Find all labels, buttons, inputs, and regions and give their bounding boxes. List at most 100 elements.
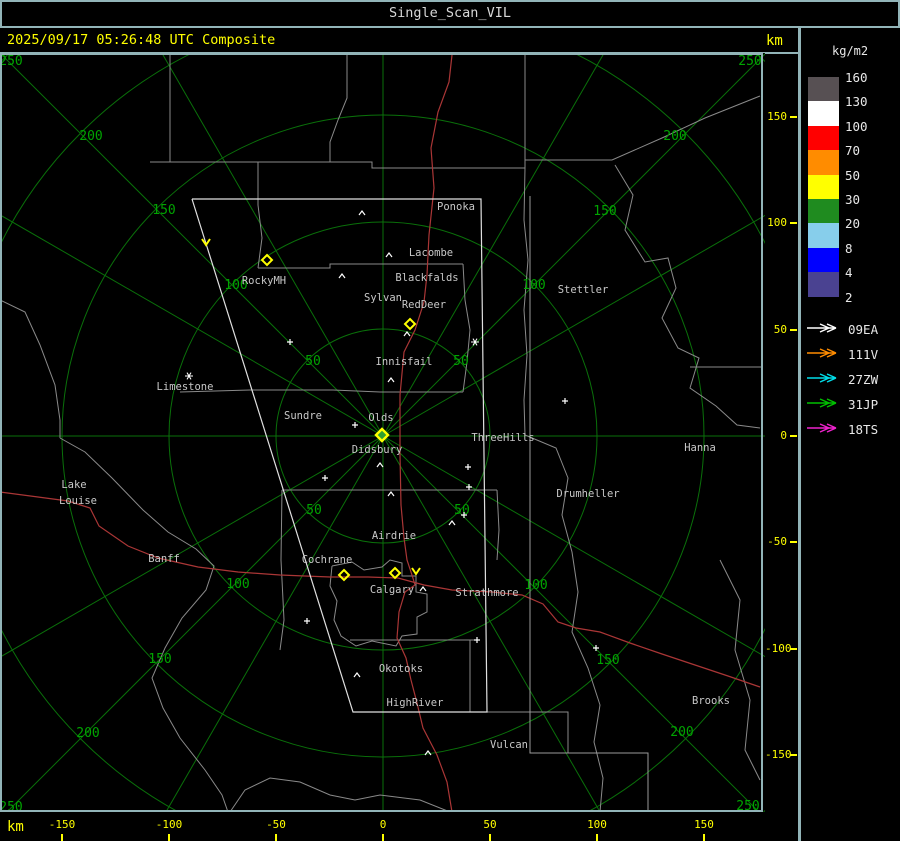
scale-value-label: 50 <box>845 167 861 183</box>
storm-caret-marker <box>376 462 384 468</box>
y-axis: 150 100 50 0 -50 -100 -150 <box>765 53 798 812</box>
scale-color-swatch <box>808 125 839 151</box>
range-label: 150 <box>152 203 175 218</box>
county-boundary <box>329 559 428 647</box>
x-axis-tick <box>382 834 384 841</box>
y-axis-tick-label: -100 <box>765 642 792 655</box>
radial-line <box>0 52 384 437</box>
x-axis-tick-label: 50 <box>483 818 497 831</box>
track-id-label: 31JP <box>848 397 879 412</box>
radial-line <box>148 435 384 841</box>
storm-plus-marker <box>465 464 471 470</box>
scale-value-label: 2 <box>845 289 853 305</box>
y-axis-tick <box>790 116 797 118</box>
storm-caret-marker <box>385 252 393 258</box>
x-axis-tick-label: -50 <box>266 818 286 831</box>
y-axis-tick <box>790 329 797 331</box>
radial-line <box>382 0 636 437</box>
track-arrow-icon <box>807 423 837 433</box>
track-id-label: 18TS <box>848 422 879 437</box>
range-label: 250 <box>738 54 761 69</box>
window-title: Single_Scan_VIL <box>389 5 511 21</box>
range-label: 50 <box>306 503 322 518</box>
track-id-label: 09EA <box>848 322 879 337</box>
range-label: 200 <box>79 129 102 144</box>
x-axis-tick-label: -100 <box>155 818 183 831</box>
county-boundary <box>614 164 761 429</box>
city-label: Didsbury <box>352 444 403 456</box>
scale-value-label: 30 <box>845 192 861 207</box>
scale-value-label: 160 <box>845 70 868 85</box>
city-label: Limestone <box>157 381 214 393</box>
x-axis-tick <box>168 834 170 841</box>
scale-color-swatch <box>808 150 839 175</box>
track-arrow-icon <box>807 348 837 358</box>
city-label: Innisfail <box>376 356 433 368</box>
city-label: Sylvan <box>364 292 402 304</box>
city-label: Blackfalds <box>395 272 458 284</box>
x-axis: km -150 -100 -50 0 50 100 150 <box>0 813 798 841</box>
city-label: Drumheller <box>556 488 619 500</box>
x-axis-tick <box>596 834 598 841</box>
range-label: 100 <box>226 577 249 592</box>
storm-caret-marker <box>424 750 432 756</box>
storm-caret-marker <box>353 672 361 678</box>
x-axis-tick <box>703 834 705 841</box>
scale-value-label: 130 <box>845 94 868 110</box>
range-label: 150 <box>593 204 616 219</box>
scale-value-label: 20 <box>845 216 861 232</box>
scale-value-label: 100 <box>845 118 868 134</box>
storm-caret-marker <box>387 377 395 383</box>
range-label: 200 <box>76 726 99 741</box>
range-label: 200 <box>670 725 693 740</box>
legend-panel: kg/m2 160 130 100 70 50 30 20 8 4 2 09EA 111V 27ZW 3… <box>801 28 900 841</box>
county-boundary <box>329 55 348 162</box>
city-label: Sundre <box>284 410 322 422</box>
y-axis-tick-label: 50 <box>773 323 787 336</box>
scale-color-swatch <box>808 199 839 224</box>
range-label: 200 <box>663 129 686 144</box>
radial-line <box>382 435 856 709</box>
scale-color-swatch <box>808 101 839 126</box>
storm-plus-marker <box>322 475 328 481</box>
x-axis-tick <box>489 834 491 841</box>
range-label: 50 <box>453 354 469 369</box>
range-label: 50 <box>454 503 470 518</box>
county-boundary <box>179 389 463 393</box>
city-label: ThreeHills <box>471 432 534 444</box>
city-label: Lacombe <box>409 247 453 259</box>
county-boundary <box>258 263 463 269</box>
scale-color-swatch <box>808 77 839 102</box>
y-axis-tick-label: -50 <box>767 535 787 548</box>
radar-site-diamond <box>337 568 351 582</box>
y-axis-tick <box>790 648 797 650</box>
city-label: Hanna <box>684 442 716 454</box>
x-axis-tick-label: -150 <box>48 818 76 831</box>
radar-map-viewport[interactable]: 250 200 150 100 50 250 200 150 100 50 250 200 150 100… <box>0 0 900 841</box>
city-label: Lake <box>61 479 86 491</box>
scale-value-label: 4 <box>845 265 853 281</box>
city-label: Okotoks <box>379 663 423 675</box>
scale-color-swatch <box>808 223 839 248</box>
storm-caret-marker <box>338 273 346 279</box>
city-label: Stettler <box>558 284 609 296</box>
county-boundary <box>279 489 285 651</box>
city-label: Olds <box>368 412 393 424</box>
y-axis-tick <box>790 222 797 224</box>
county-boundary <box>229 777 451 813</box>
scale-value-label: 8 <box>845 240 853 256</box>
range-label: 150 <box>148 652 171 667</box>
y-axis-tick <box>790 435 797 437</box>
x-axis-tick-label: 150 <box>694 818 714 831</box>
scale-color-swatch <box>808 247 839 273</box>
city-label: RedDeer <box>402 299 446 311</box>
county-boundary <box>496 489 500 561</box>
scan-timestamp: 2025/09/17 05:26:48 UTC Composite <box>7 32 276 48</box>
radar-app-window: Single_Scan_VIL 2025/09/17 05:26:48 UTC … <box>0 0 900 841</box>
county-boundary <box>523 167 529 436</box>
storm-plus-marker <box>593 645 599 651</box>
info-row: 2025/09/17 05:26:48 UTC Composite km <box>0 28 798 53</box>
radar-map: 2502001501005025020015010050250200150100… <box>0 0 900 841</box>
track-arrow-icon <box>807 398 837 408</box>
county-boundary <box>257 162 263 269</box>
